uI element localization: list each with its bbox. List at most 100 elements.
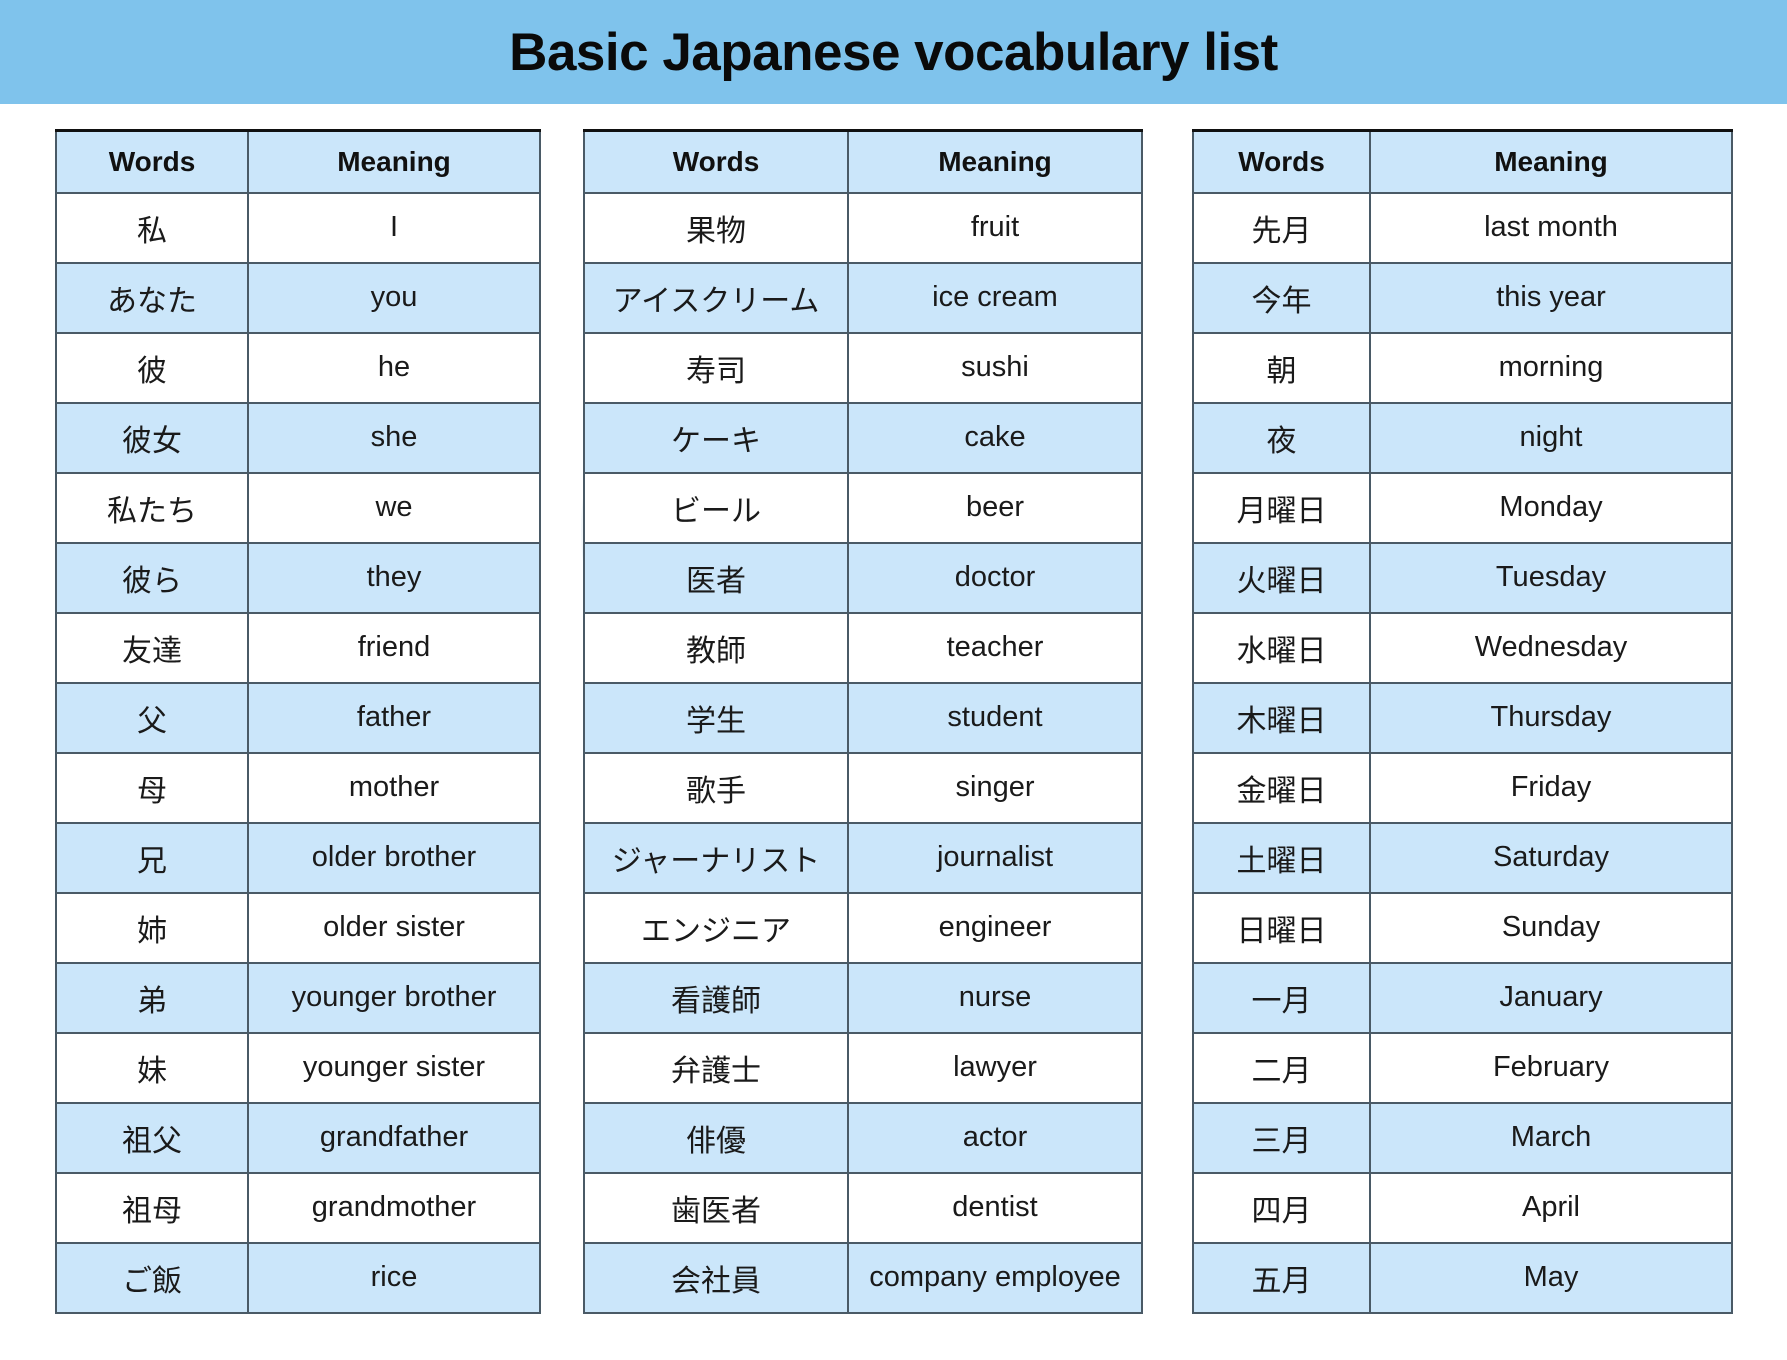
meaning-cell: morning (1369, 331, 1733, 404)
table-row: 教師 teacher (583, 611, 1143, 684)
word-cell: 二月 (1192, 1031, 1371, 1104)
meaning-cell: Wednesday (1369, 611, 1733, 684)
table-row: 歌手 singer (583, 751, 1143, 824)
table-header-row: Words Meaning (583, 129, 1143, 194)
meaning-cell: teacher (847, 611, 1143, 684)
word-cell: ビール (583, 471, 849, 544)
meaning-cell: sushi (847, 331, 1143, 404)
table-row: 彼 he (55, 331, 541, 404)
meaning-cell: Monday (1369, 471, 1733, 544)
word-cell: 四月 (1192, 1171, 1371, 1244)
meaning-cell: student (847, 681, 1143, 754)
word-cell: 医者 (583, 541, 849, 614)
meaning-cell: older brother (247, 821, 541, 894)
meaning-cell: February (1369, 1031, 1733, 1104)
meaning-cell: mother (247, 751, 541, 824)
table-header-row: Words Meaning (55, 129, 541, 194)
table-row: 三月 March (1192, 1101, 1733, 1174)
vocabulary-tables-area: Words Meaning 私 I あなた you 彼 he 彼女 she 私たち we 彼ら the… (0, 104, 1787, 1360)
table-row: 俳優 actor (583, 1101, 1143, 1174)
word-cell: 三月 (1192, 1101, 1371, 1174)
table-row: 私たち we (55, 471, 541, 544)
meaning-cell: ice cream (847, 261, 1143, 334)
table-row: 祖父 grandfather (55, 1101, 541, 1174)
word-cell: 兄 (55, 821, 249, 894)
table-row: アイスクリーム ice cream (583, 261, 1143, 334)
meaning-cell: fruit (847, 191, 1143, 264)
table-row: 四月 April (1192, 1171, 1733, 1244)
word-cell: 月曜日 (1192, 471, 1371, 544)
meaning-cell: dentist (847, 1171, 1143, 1244)
meaning-cell: younger brother (247, 961, 541, 1034)
meaning-cell: rice (247, 1241, 541, 1314)
meaning-cell: beer (847, 471, 1143, 544)
word-cell: 祖父 (55, 1101, 249, 1174)
word-cell: 彼 (55, 331, 249, 404)
meaning-cell: older sister (247, 891, 541, 964)
column-header-words: Words (55, 129, 249, 194)
word-cell: 歌手 (583, 751, 849, 824)
word-cell: 弟 (55, 961, 249, 1034)
table-row: 学生 student (583, 681, 1143, 754)
meaning-cell: April (1369, 1171, 1733, 1244)
word-cell: 私 (55, 191, 249, 264)
table-row: ケーキ cake (583, 401, 1143, 474)
table-2-header: Words Meaning (583, 129, 1143, 194)
word-cell: ケーキ (583, 401, 849, 474)
vocabulary-table-1-wrapper: Words Meaning 私 I あなた you 彼 he 彼女 she 私たち we 彼ら the… (55, 129, 541, 1314)
table-row: 今年 this year (1192, 261, 1733, 334)
word-cell: 土曜日 (1192, 821, 1371, 894)
column-header-words: Words (583, 129, 849, 194)
meaning-cell: engineer (847, 891, 1143, 964)
meaning-cell: grandmother (247, 1171, 541, 1244)
meaning-cell: last month (1369, 191, 1733, 264)
meaning-cell: cake (847, 401, 1143, 474)
meaning-cell: March (1369, 1101, 1733, 1174)
table-row: 友達 friend (55, 611, 541, 684)
word-cell: 祖母 (55, 1171, 249, 1244)
table-row: 父 father (55, 681, 541, 754)
meaning-cell: journalist (847, 821, 1143, 894)
column-header-meaning: Meaning (1369, 129, 1733, 194)
word-cell: 寿司 (583, 331, 849, 404)
table-row: 会社員 company employee (583, 1241, 1143, 1314)
table-3-body: 先月 last month 今年 this year 朝 morning 夜 night 月曜日… (1192, 191, 1733, 1314)
meaning-cell: company employee (847, 1241, 1143, 1314)
table-row: 火曜日 Tuesday (1192, 541, 1733, 614)
table-2-body: 果物 fruit アイスクリーム ice cream 寿司 sushi ケーキ cake ビール… (583, 191, 1143, 1314)
meaning-cell: Sunday (1369, 891, 1733, 964)
table-row: ジャーナリスト journalist (583, 821, 1143, 894)
table-row: 一月 January (1192, 961, 1733, 1034)
word-cell: 学生 (583, 681, 849, 754)
table-row: 歯医者 dentist (583, 1171, 1143, 1244)
table-row: ビール beer (583, 471, 1143, 544)
meaning-cell: actor (847, 1101, 1143, 1174)
table-row: 五月 May (1192, 1241, 1733, 1314)
table-row: 二月 February (1192, 1031, 1733, 1104)
word-cell: 私たち (55, 471, 249, 544)
table-row: 夜 night (1192, 401, 1733, 474)
table-row: 兄 older brother (55, 821, 541, 894)
table-row: 水曜日 Wednesday (1192, 611, 1733, 684)
table-row: 母 mother (55, 751, 541, 824)
word-cell: 先月 (1192, 191, 1371, 264)
table-row: エンジニア engineer (583, 891, 1143, 964)
word-cell: 会社員 (583, 1241, 849, 1314)
word-cell: 金曜日 (1192, 751, 1371, 824)
meaning-cell: nurse (847, 961, 1143, 1034)
table-row: 弁護士 lawyer (583, 1031, 1143, 1104)
word-cell: エンジニア (583, 891, 849, 964)
table-row: ご飯 rice (55, 1241, 541, 1314)
vocabulary-table-2-wrapper: Words Meaning 果物 fruit アイスクリーム ice cream 寿司 s… (583, 129, 1143, 1314)
table-row: 朝 morning (1192, 331, 1733, 404)
table-header-row: Words Meaning (1192, 129, 1733, 194)
word-cell: 妹 (55, 1031, 249, 1104)
table-row: 先月 last month (1192, 191, 1733, 264)
table-row: 寿司 sushi (583, 331, 1143, 404)
meaning-cell: I (247, 191, 541, 264)
word-cell: 火曜日 (1192, 541, 1371, 614)
table-row: 妹 younger sister (55, 1031, 541, 1104)
word-cell: 姉 (55, 891, 249, 964)
meaning-cell: lawyer (847, 1031, 1143, 1104)
table-row: 姉 older sister (55, 891, 541, 964)
